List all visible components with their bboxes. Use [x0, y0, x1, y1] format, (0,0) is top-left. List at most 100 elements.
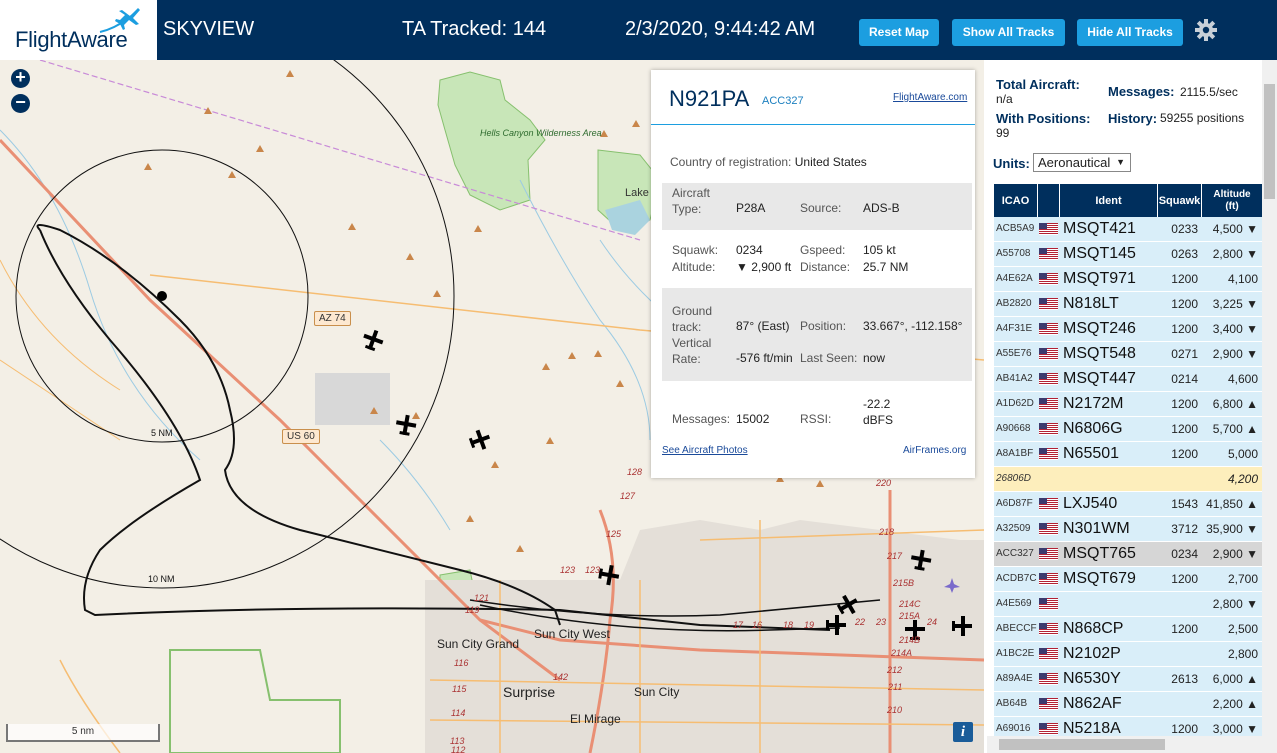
us-flag-icon — [1039, 523, 1058, 535]
exit-label: 115 — [452, 684, 467, 694]
col-flag[interactable] — [1038, 184, 1060, 217]
total-aircraft-value: n/a — [996, 92, 1013, 106]
table-row[interactable]: A8A1BF N65501 1200 5,000 — [994, 442, 1262, 467]
table-row[interactable]: 26806D 4,200 — [994, 467, 1262, 492]
ident-cell: N2102P — [1063, 645, 1121, 662]
zoom-out-button[interactable]: − — [11, 93, 30, 113]
exit-label: 112 — [451, 745, 466, 753]
gear-icon[interactable] — [1193, 17, 1219, 43]
scrollbar-thumb[interactable] — [1264, 84, 1275, 199]
exit-label: 24 — [927, 617, 938, 627]
exit-label: 121 — [474, 593, 490, 603]
table-row[interactable]: AB2820 N818LT 1200 3,225 ▼ — [994, 292, 1262, 317]
exit-label: 23 — [876, 617, 887, 627]
col-icao[interactable]: ICAO — [994, 184, 1038, 217]
table-row[interactable]: A4E569 2,800 ▼ — [994, 592, 1262, 617]
altitude-cell: 2,900 ▼ — [1212, 547, 1258, 561]
exit-label: 217 — [887, 551, 903, 561]
ident-cell — [1063, 467, 1158, 491]
ident-cell: N862AF — [1063, 695, 1122, 712]
aircraft-type-value: P28A — [736, 201, 766, 215]
squawk-label: Squawk: — [672, 243, 719, 257]
exit-label: 17 — [733, 620, 744, 630]
icao-cell: A89A4E — [996, 673, 1033, 684]
reset-map-button[interactable]: Reset Map — [859, 19, 939, 46]
icao-cell: A6D87F — [996, 498, 1033, 509]
hide-all-tracks-button[interactable]: Hide All Tracks — [1077, 19, 1183, 46]
altitude-cell: 2,700 — [1227, 572, 1258, 586]
table-row[interactable]: A89A4E N6530Y 2613 6,000 ▲ — [994, 667, 1262, 692]
table-row[interactable]: A1D62D N2172M 1200 6,800 ▲ — [994, 392, 1262, 417]
exit-label: 123 — [560, 565, 576, 575]
us-flag-icon — [1039, 673, 1058, 685]
ident-cell: MSQT421 — [1063, 220, 1136, 237]
country-of-registration: Country of registration: United States — [670, 155, 867, 169]
horizontal-scrollbar[interactable] — [987, 736, 1262, 753]
table-row[interactable]: A90668 N6806G 1200 5,700 ▲ — [994, 417, 1262, 442]
ident-cell: MSQT679 — [1063, 570, 1136, 587]
city-sun-city-grand: Sun City Grand — [437, 637, 520, 651]
exit-label: 116 — [454, 658, 469, 668]
table-row[interactable]: A4F31E MSQT246 1200 3,400 ▼ — [994, 317, 1262, 342]
zoom-in-button[interactable]: + — [11, 68, 30, 88]
city-sun-city: Sun City — [634, 685, 680, 699]
icao-cell: A1BC2E — [996, 648, 1035, 659]
altitude-cell: 2,800 — [1227, 647, 1258, 661]
table-row[interactable]: AB41A2 MSQT447 0214 4,600 — [994, 367, 1262, 392]
altitude-cell: 2,800 ▼ — [1212, 247, 1258, 261]
flightaware-link[interactable]: FlightAware.com — [893, 92, 967, 103]
see-aircraft-photos-link[interactable]: See Aircraft Photos — [662, 445, 748, 456]
us-flag-icon — [1039, 348, 1058, 360]
squawk-cell: 2613 — [1171, 672, 1198, 686]
icao-cell: A8A1BF — [996, 448, 1034, 459]
squawk-cell: 0271 — [1171, 347, 1198, 361]
us-flag-icon — [1039, 623, 1058, 635]
us-flag-icon — [1039, 323, 1058, 335]
table-row[interactable]: ABECCF N868CP 1200 2,500 — [994, 617, 1262, 642]
scrollbar-thumb[interactable] — [999, 739, 1165, 750]
city-el-mirage: El Mirage — [570, 712, 621, 726]
squawk-cell: 1200 — [1171, 622, 1198, 636]
table-row[interactable]: A55708 MSQT145 0263 2,800 ▼ — [994, 242, 1262, 267]
altitude-cell: 3,225 ▼ — [1212, 297, 1258, 311]
col-altitude[interactable]: Altitude (ft) — [1202, 184, 1262, 217]
vertical-rate-label: Vertical Rate: — [672, 336, 712, 366]
ident-cell: MSQT765 — [1063, 545, 1136, 562]
icao-cell: A4E62A — [996, 273, 1033, 284]
exit-label: 127 — [620, 491, 636, 501]
icao-cell: A55E76 — [996, 348, 1032, 359]
table-row[interactable]: A1BC2E N2102P 2,800 — [994, 642, 1262, 667]
ident-cell: N818LT — [1063, 295, 1119, 312]
vertical-scrollbar[interactable] — [1262, 60, 1277, 753]
col-squawk[interactable]: Squawk — [1158, 184, 1202, 217]
distance-label: Distance: — [800, 260, 851, 274]
table-row[interactable]: A32509 N301WM 3712 35,900 ▼ — [994, 517, 1262, 542]
exit-label: 142 — [553, 672, 569, 682]
ident-cell — [1063, 592, 1158, 616]
flightaware-logo[interactable]: FlightAware — [0, 0, 157, 60]
table-row[interactable]: ACDB7C MSQT679 1200 2,700 — [994, 567, 1262, 592]
table-row[interactable]: ACB5A9 MSQT421 0233 4,500 ▼ — [994, 217, 1262, 242]
us-flag-icon — [1039, 698, 1058, 710]
icao-cell: A1D62D — [996, 398, 1034, 409]
table-row[interactable]: A55E76 MSQT548 0271 2,900 ▼ — [994, 342, 1262, 367]
ident-cell: N65501 — [1063, 445, 1120, 462]
table-row[interactable]: AB64B N862AF 2,200 ▲ — [994, 692, 1262, 717]
table-row[interactable]: A4E62A MSQT971 1200 4,100 — [994, 267, 1262, 292]
show-all-tracks-button[interactable]: Show All Tracks — [952, 19, 1065, 46]
altitude-cell: 5,000 — [1227, 447, 1258, 461]
info-icon[interactable]: i — [953, 722, 973, 742]
icao-cell: A4E569 — [996, 598, 1032, 609]
col-ident[interactable]: Ident — [1060, 184, 1158, 217]
table-row[interactable]: ACC327 MSQT765 0234 2,900 ▼ — [994, 542, 1262, 567]
ring-10nm-label: 10 NM — [148, 574, 175, 584]
with-positions-label: With Positions: — [996, 111, 1091, 126]
ident-cell: MSQT971 — [1063, 270, 1136, 287]
exit-label: 125 — [606, 529, 622, 539]
popup-header: N921PA ACC327 FlightAware.com — [651, 70, 975, 125]
units-select[interactable]: Aeronautical ▼ — [1033, 153, 1131, 172]
table-row[interactable]: A6D87F LXJ540 1543 41,850 ▲ — [994, 492, 1262, 517]
country-value: United States — [794, 155, 867, 169]
squawk-cell: 0234 — [1171, 547, 1198, 561]
airframes-link[interactable]: AirFrames.org — [903, 445, 966, 456]
